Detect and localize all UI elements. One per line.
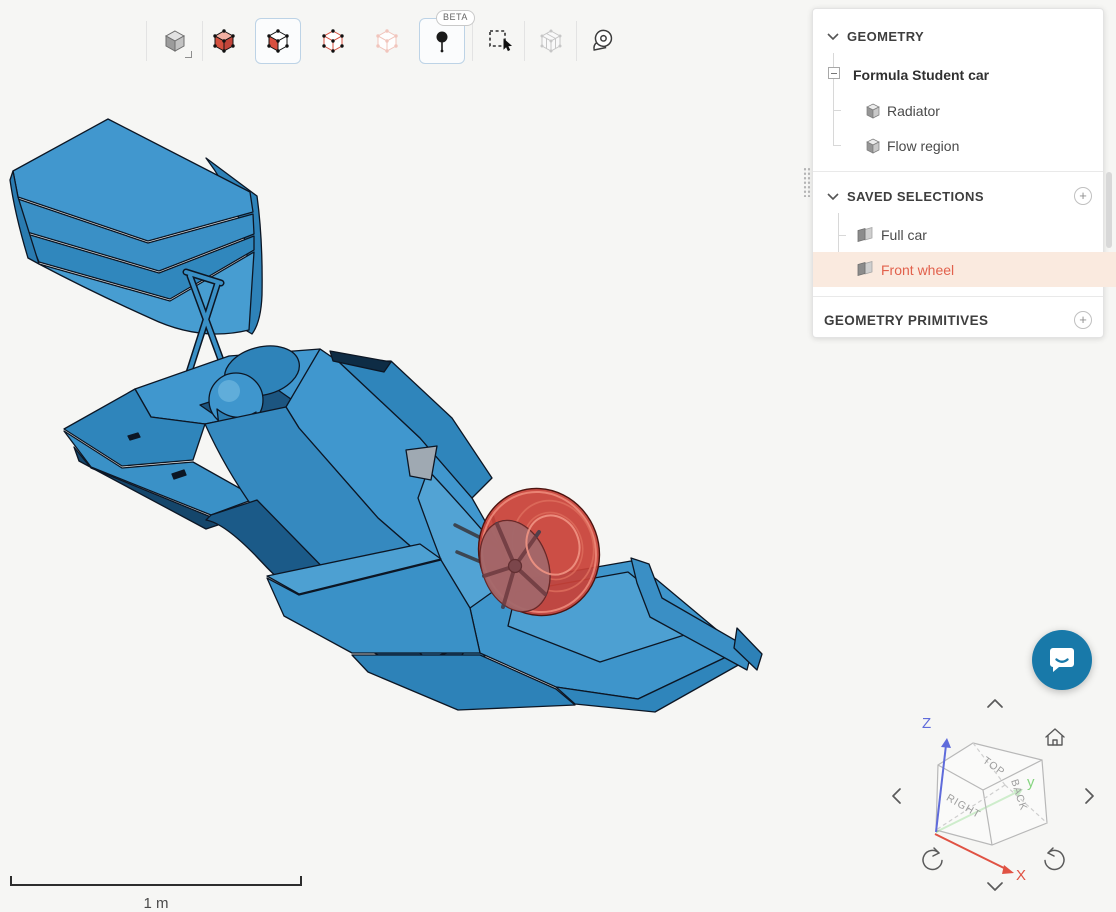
geometry-section-title: GEOMETRY [847,29,924,44]
rotate-left-chevron[interactable] [893,789,900,803]
vertex-select-button [364,18,410,64]
dropdown-corner-mark [185,51,192,58]
tree-node-radiator[interactable]: Radiator [813,95,1116,127]
roll-clockwise-icon[interactable] [1045,848,1064,869]
geometry-primitives-header[interactable]: GEOMETRY PRIMITIVES + [813,303,1103,337]
measure-button[interactable] [580,18,626,64]
car-model[interactable] [10,119,762,712]
saved-selection-front-wheel[interactable]: Front wheel [813,252,1116,287]
toolbar-divider [472,21,473,61]
body-select-button[interactable] [152,18,198,64]
scale-bar-label: 1 m [10,895,302,912]
tree-node-root[interactable]: Formula Student car [813,59,1116,91]
y-axis-label: y [1027,774,1035,791]
volume-select-button[interactable] [201,18,247,64]
scrollbar-thumb[interactable] [1106,172,1112,248]
edge-select-button[interactable] [310,18,356,64]
saved-selection-label: Front wheel [881,262,954,278]
properties-panel: GEOMETRY Formula Student car Radiator Fl… [812,8,1104,338]
measure-tape-icon [588,26,618,56]
face-select-cube-icon [265,28,291,54]
rotate-down-chevron[interactable] [988,883,1002,890]
saved-selection-full-car[interactable]: Full car [813,219,1116,251]
orientation-gizmo[interactable]: TOP RIGHT BACK Z X y [880,690,1116,908]
chevron-down-icon[interactable] [827,32,839,41]
chevron-down-icon[interactable] [827,192,839,201]
rotate-right-chevron[interactable] [1086,789,1093,803]
toolbar-divider [146,21,147,61]
toolbar-divider [524,21,525,61]
add-geometry-primitive-button[interactable]: + [1074,311,1092,329]
geometry-body-cube-icon [865,138,881,154]
add-saved-selection-button[interactable]: + [1074,187,1092,205]
roll-counterclockwise-icon[interactable] [923,848,942,869]
vertex-select-cube-icon [374,28,400,54]
mesh-cube-icon [538,28,564,54]
face-select-button[interactable] [255,18,301,64]
geometry-body-cube-icon [865,103,881,119]
application-window: { "toolbar": { "beta_badge": "BETA", "bu… [0,0,1116,908]
z-axis-label: Z [922,715,931,732]
beta-badge: BETA [436,10,475,26]
rotate-up-chevron[interactable] [988,700,1002,707]
mesh-button [528,18,574,64]
tree-node-flow-region[interactable]: Flow region [813,130,1116,162]
tree-node-label: Flow region [887,138,959,154]
geometry-primitives-title: GEOMETRY PRIMITIVES [824,313,988,328]
saved-selection-label: Full car [881,227,927,243]
edge-select-cube-icon [320,28,346,54]
toolbar-divider [576,21,577,61]
volume-select-cube-icon [211,28,237,54]
box-select-icon [486,26,516,56]
chat-support-button[interactable] [1032,630,1092,690]
saved-selections-header[interactable]: SAVED SELECTIONS + [813,179,1103,213]
saved-selections-title: SAVED SELECTIONS [847,189,984,204]
saved-selection-faces-icon [855,227,875,244]
saved-selection-faces-icon [855,261,875,278]
tree-node-label: Radiator [887,103,940,119]
probe-point-pin-icon [429,28,455,54]
geometry-section-header[interactable]: GEOMETRY [813,19,1103,53]
box-select-button[interactable] [478,18,524,64]
panel-resize-handle[interactable] [803,167,811,197]
home-view-icon[interactable] [1046,729,1064,745]
root-node-label: Formula Student car [853,67,989,83]
x-axis-label: X [1016,867,1026,884]
chat-bubble-icon [1046,644,1078,676]
